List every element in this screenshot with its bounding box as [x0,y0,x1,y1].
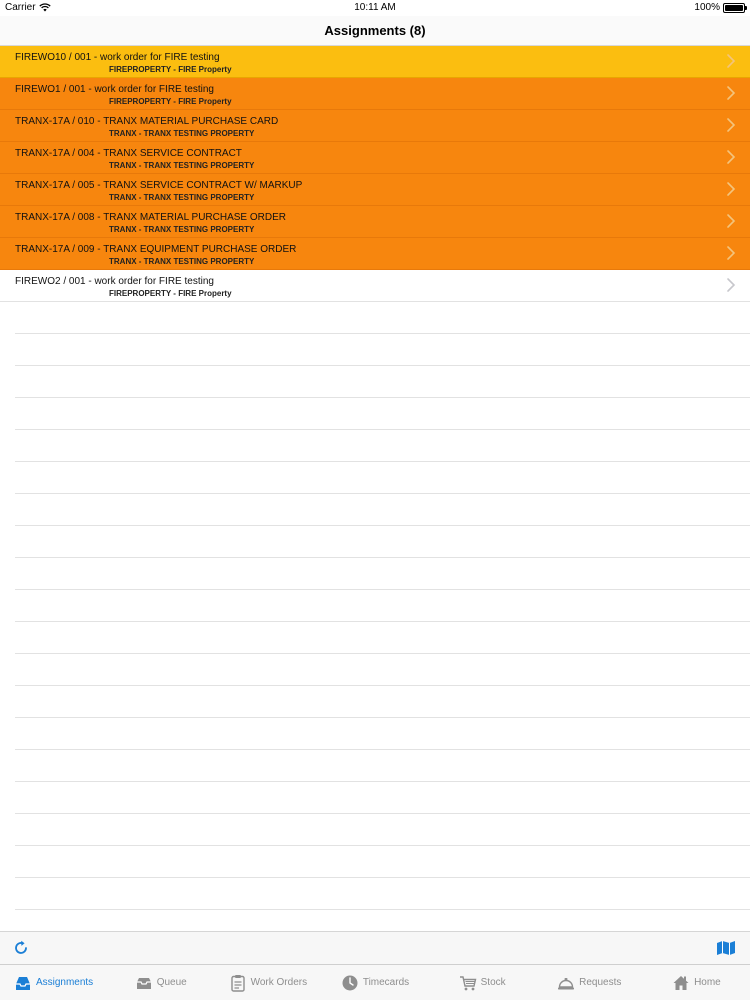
chevron-right-icon [727,214,736,228]
empty-row [15,366,750,398]
assignment-title: FIREWO2 / 001 - work order for FIRE test… [15,276,214,287]
tab-home[interactable]: Home [643,965,750,1000]
inbox-icon [14,974,32,992]
assignment-property: TRANX - TRANX TESTING PROPERTY [109,161,255,170]
empty-row [15,462,750,494]
assignment-property: FIREPROPERTY - FIRE Property [109,97,232,106]
assignment-property: TRANX - TRANX TESTING PROPERTY [109,257,255,266]
page-title: Assignments (8) [324,23,426,38]
empty-row [15,718,750,750]
tab-queue[interactable]: Queue [107,965,214,1000]
service-bell-icon [557,974,575,992]
tab-assignments[interactable]: Assignments [0,965,107,1000]
battery-percent: 100% [694,2,720,13]
empty-row [15,526,750,558]
chevron-right-icon [727,86,736,100]
battery-icon [723,2,747,13]
assignment-title: TRANX-17A / 010 - TRANX MATERIAL PURCHAS… [15,116,279,127]
empty-row [15,334,750,366]
tab-bar: Assignments Queue Work Orders Timecards Stoc… [0,964,750,1000]
assignment-property: FIREPROPERTY - FIRE Property [109,289,232,298]
empty-row [15,750,750,782]
tab-work-orders[interactable]: Work Orders [214,965,321,1000]
assignment-row[interactable]: TRANX-17A / 005 - TRANX SERVICE CONTRACT… [0,174,750,206]
tab-requests[interactable]: Requests [536,965,643,1000]
assignment-title: TRANX-17A / 005 - TRANX SERVICE CONTRACT… [15,180,303,191]
empty-row [15,494,750,526]
assignment-list[interactable]: FIREWO10 / 001 - work order for FIRE tes… [0,46,750,931]
empty-row [15,430,750,462]
empty-row [15,558,750,590]
assignment-title: TRANX-17A / 009 - TRANX EQUIPMENT PURCHA… [15,244,297,255]
tray-icon [135,974,153,992]
empty-row [15,846,750,878]
empty-row [15,590,750,622]
chevron-right-icon [727,246,736,260]
clock-time: 10:11 AM [354,2,396,13]
assignment-property: FIREPROPERTY - FIRE Property [109,65,232,74]
empty-row [15,622,750,654]
chevron-right-icon [727,278,736,292]
clock-icon [341,974,359,992]
assignment-property: TRANX - TRANX TESTING PROPERTY [109,193,255,202]
tab-label: Queue [156,977,187,988]
empty-row [15,814,750,846]
assignment-property: TRANX - TRANX TESTING PROPERTY [109,129,255,138]
chevron-right-icon [727,118,736,132]
chevron-right-icon [727,54,736,68]
house-icon [672,974,690,992]
battery-level [725,4,743,11]
refresh-icon[interactable] [13,940,29,956]
assignment-row[interactable]: TRANX-17A / 008 - TRANX MATERIAL PURCHAS… [0,206,750,238]
assignment-row[interactable]: FIREWO1 / 001 - work order for FIRE test… [0,78,750,110]
map-icon[interactable] [716,940,736,956]
assignment-property: TRANX - TRANX TESTING PROPERTY [109,225,255,234]
navigation-bar: Assignments (8) [0,16,750,46]
assignment-row[interactable]: FIREWO2 / 001 - work order for FIRE test… [0,270,750,302]
tab-label: Home [694,977,721,988]
empty-row [15,782,750,814]
assignment-title: FIREWO1 / 001 - work order for FIRE test… [15,84,214,95]
bottom-toolbar [0,931,750,964]
tab-label: Stock [480,977,506,988]
clipboard-icon [229,974,247,992]
empty-row [15,302,750,334]
empty-row [15,910,750,931]
tab-timecards[interactable]: Timecards [321,965,428,1000]
assignment-row[interactable]: TRANX-17A / 010 - TRANX MATERIAL PURCHAS… [0,110,750,142]
assignment-title: TRANX-17A / 008 - TRANX MATERIAL PURCHAS… [15,212,286,223]
empty-row [15,686,750,718]
tab-label: Work Orders [250,977,308,988]
chevron-right-icon [727,150,736,164]
tab-label: Timecards [362,977,410,988]
assignment-title: TRANX-17A / 004 - TRANX SERVICE CONTRACT [15,148,242,159]
tab-stock[interactable]: Stock [429,965,536,1000]
assignment-title: FIREWO10 / 001 - work order for FIRE tes… [15,52,220,63]
empty-row [15,878,750,910]
assignment-row[interactable]: TRANX-17A / 009 - TRANX EQUIPMENT PURCHA… [0,238,750,270]
tab-label: Assignments [35,977,94,988]
cart-icon [459,974,477,992]
empty-row [15,398,750,430]
status-bar: Carrier 10:11 AM 100% [0,0,750,16]
assignment-row[interactable]: FIREWO10 / 001 - work order for FIRE tes… [0,46,750,78]
empty-row [15,654,750,686]
chevron-right-icon [727,182,736,196]
assignment-row[interactable]: TRANX-17A / 004 - TRANX SERVICE CONTRACT… [0,142,750,174]
tab-label: Requests [579,977,622,988]
